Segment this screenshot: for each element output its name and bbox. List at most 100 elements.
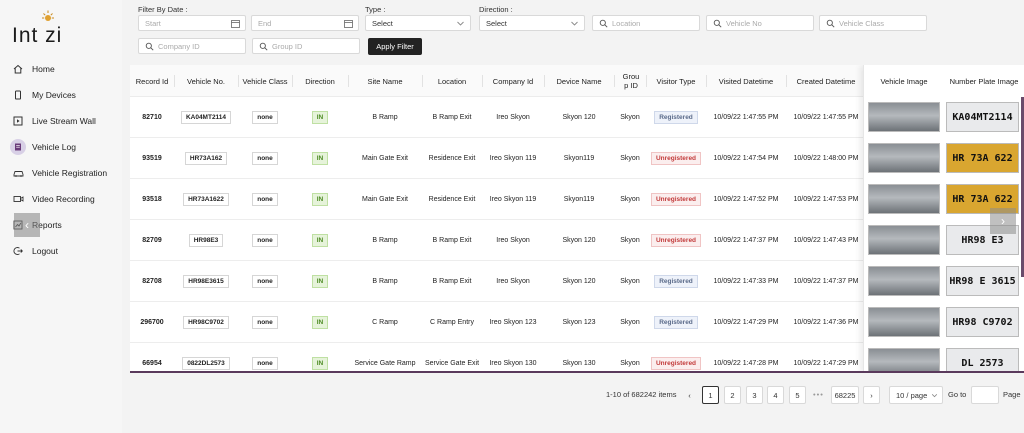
vehicle-class-input[interactable]: Vehicle Class xyxy=(819,15,927,31)
vehicle-image[interactable] xyxy=(868,266,940,296)
visitor-type-badge: Unregistered xyxy=(650,152,702,165)
sidebar-item-vehicle-log[interactable]: Vehicle Log xyxy=(0,134,122,160)
app-root: Int zi Home My Devices Live Stream Wall xyxy=(0,0,1024,433)
end-date-input[interactable]: End xyxy=(251,15,359,31)
end-date-placeholder: End xyxy=(258,18,272,28)
search-icon xyxy=(599,19,608,28)
page-5-button[interactable]: 5 xyxy=(789,386,806,404)
sidebar-item-label: Home xyxy=(32,64,55,74)
page-size-select[interactable]: 10 / page xyxy=(889,386,943,404)
goto-page-input[interactable] xyxy=(971,386,999,404)
vehicle-image[interactable] xyxy=(868,102,940,132)
horizontal-scrollbar[interactable] xyxy=(130,371,1024,373)
vehicle-image[interactable] xyxy=(868,225,940,255)
vehicle-no-tag: HR73A162 xyxy=(184,152,228,165)
cell-site-name: B Ramp xyxy=(372,114,398,121)
visitor-type-badge: Registered xyxy=(654,275,698,288)
direction-select[interactable]: Select xyxy=(479,15,585,31)
vehicle-image[interactable] xyxy=(868,348,940,373)
number-plate-image[interactable]: HR98 C9702 xyxy=(946,307,1019,337)
next-page-button[interactable]: › xyxy=(863,386,880,404)
vehicle-no-tag: 0822DL2573 xyxy=(182,357,230,370)
cell-location: B Ramp Exit xyxy=(432,237,472,244)
header-device-name[interactable]: Device Name xyxy=(544,65,614,97)
cell-device-name: Skyon 130 xyxy=(562,360,596,367)
number-plate-image[interactable]: KA04MT2114 xyxy=(946,102,1019,132)
cell-location: Residence Exit xyxy=(428,196,476,203)
vehicle-image[interactable] xyxy=(868,184,940,214)
page-2-button[interactable]: 2 xyxy=(724,386,741,404)
last-page-button[interactable]: 68225 xyxy=(831,386,859,404)
header-direction[interactable]: Direction xyxy=(292,65,348,97)
page-3-button[interactable]: 3 xyxy=(746,386,763,404)
sidebar-item-live-stream-wall[interactable]: Live Stream Wall xyxy=(0,108,122,134)
cell-group-id: Skyon xyxy=(620,278,640,285)
sidebar-item-video-recording[interactable]: Video Recording xyxy=(0,186,122,212)
header-site-name[interactable]: Site Name xyxy=(348,65,422,97)
company-id-input[interactable]: Company ID xyxy=(138,38,246,54)
device-icon xyxy=(12,89,24,101)
cell-vehicle-no: HR98E3615 xyxy=(174,261,238,302)
goto-label: Go to xyxy=(948,390,967,399)
cell-device-name: Skyon 120 xyxy=(562,237,596,244)
start-date-input[interactable]: Start xyxy=(138,15,246,31)
sidebar-item-vehicle-registration[interactable]: Vehicle Registration xyxy=(0,160,122,186)
header-created-datetime[interactable]: Created Datetime xyxy=(786,65,866,97)
cell-group-id: Skyon xyxy=(620,114,640,121)
cell-site-name: C Ramp xyxy=(372,319,398,326)
sidebar-item-my-devices[interactable]: My Devices xyxy=(0,82,122,108)
header-vehicle-no[interactable]: Vehicle No. xyxy=(174,65,238,97)
sidebar-item-label: Logout xyxy=(32,246,58,256)
cell-created: 10/09/22 1:48:00 PM xyxy=(793,155,859,162)
sidebar-item-label: Video Recording xyxy=(32,194,95,204)
cell-site-name: Main Gate Exit xyxy=(362,155,408,162)
header-record-id[interactable]: Record Id xyxy=(130,65,174,97)
page-1-button[interactable]: 1 xyxy=(702,386,719,404)
vehicle-image[interactable] xyxy=(868,307,940,337)
page-4-button[interactable]: 4 xyxy=(767,386,784,404)
cell-location: C Ramp Entry xyxy=(430,319,474,326)
direction-tag: IN xyxy=(311,357,329,370)
number-plate-image[interactable]: HR 73A 622 xyxy=(946,143,1019,173)
header-location[interactable]: Location xyxy=(422,65,482,97)
apply-filter-button[interactable]: Apply Filter xyxy=(368,38,422,55)
cell-company-id: Ireo Skyon xyxy=(496,237,530,244)
sidebar-item-home[interactable]: Home xyxy=(0,56,122,82)
vehicle-no-input[interactable]: Vehicle No xyxy=(706,15,814,31)
header-company-id[interactable]: Company Id xyxy=(482,65,544,97)
sidebar-item-logout[interactable]: Logout xyxy=(0,238,122,264)
cell-vehicle-class: none xyxy=(238,179,292,220)
cell-device-name: Skyon 120 xyxy=(562,278,596,285)
sidebar: Int zi Home My Devices Live Stream Wall xyxy=(0,0,122,433)
cell-company-id: Ireo Skyon 119 xyxy=(489,196,537,203)
vehicle-class-tag: none xyxy=(252,111,278,124)
header-vehicle-class[interactable]: Vehicle Class xyxy=(238,65,292,97)
header-visitor-type[interactable]: Visitor Type xyxy=(646,65,706,97)
cell-group-id: Skyon xyxy=(620,360,640,367)
sidebar-collapse-button[interactable]: ‹ xyxy=(14,213,40,237)
scroll-right-button[interactable]: › xyxy=(990,208,1016,234)
number-plate-image[interactable]: DL 2573 xyxy=(946,348,1019,373)
vehicle-image[interactable] xyxy=(868,143,940,173)
search-icon xyxy=(145,42,154,51)
header-visited-datetime[interactable]: Visited Datetime xyxy=(706,65,786,97)
location-input[interactable]: Location xyxy=(592,15,700,31)
cell-direction: IN xyxy=(292,261,348,302)
header-plate-image: Number Plate Image xyxy=(949,76,1019,86)
header-vehicle-image: Vehicle Image xyxy=(880,76,928,86)
cell-direction: IN xyxy=(292,138,348,179)
direction-tag: IN xyxy=(311,234,329,247)
vehicle-no-tag: HR98E3 xyxy=(188,234,224,247)
header-group-id[interactable]: Grou p ID xyxy=(616,65,646,97)
chevron-down-icon xyxy=(931,394,938,398)
cell-direction: IN xyxy=(292,343,348,373)
group-id-input[interactable]: Group ID xyxy=(252,38,360,54)
logo-sun-icon xyxy=(42,10,54,21)
type-select[interactable]: Select xyxy=(365,15,471,31)
prev-page-button[interactable]: ‹ xyxy=(681,386,698,404)
visitor-type-badge: Unregistered xyxy=(650,193,702,206)
page-ellipsis[interactable]: ••• xyxy=(813,390,824,399)
vehicle-class-tag: none xyxy=(252,275,278,288)
number-plate-image[interactable]: HR98 E 3615 xyxy=(946,266,1019,296)
cell-record-id: 82708 xyxy=(142,278,162,285)
